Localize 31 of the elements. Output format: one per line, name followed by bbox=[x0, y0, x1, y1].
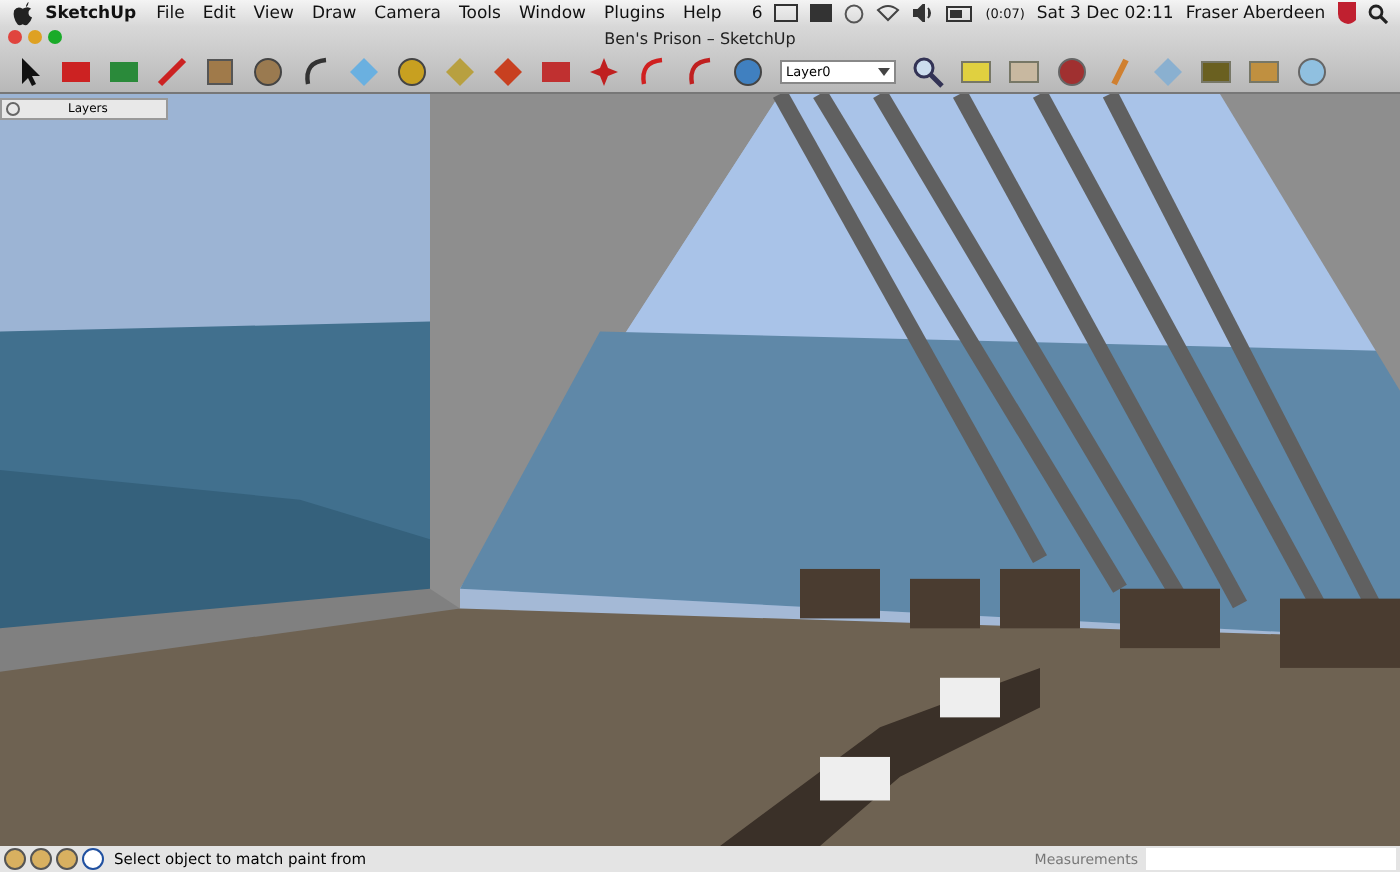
menu-item[interactable]: Edit bbox=[202, 3, 236, 23]
rectangle-icon[interactable] bbox=[204, 55, 236, 87]
adobe-count[interactable]: 6 bbox=[751, 3, 763, 23]
battery-icon[interactable] bbox=[946, 5, 974, 21]
menu-item[interactable]: Help bbox=[682, 3, 722, 23]
menu-item[interactable]: Camera bbox=[374, 3, 442, 23]
shield-icon[interactable] bbox=[1337, 2, 1357, 24]
app-menu[interactable]: SketchUp bbox=[45, 3, 137, 23]
menu-item[interactable]: Draw bbox=[311, 3, 357, 23]
menu-item[interactable]: File bbox=[156, 3, 185, 23]
menu-clock[interactable]: Sat 3 Dec 02:11 bbox=[1036, 3, 1174, 23]
menu-item[interactable]: Window bbox=[518, 3, 586, 23]
menu-item[interactable]: Tools bbox=[459, 3, 501, 23]
wifi-icon[interactable] bbox=[876, 4, 900, 22]
volume-icon[interactable] bbox=[911, 4, 935, 22]
menu-item[interactable]: Plugins bbox=[603, 3, 665, 23]
apple-icon[interactable] bbox=[12, 1, 34, 25]
help-icon[interactable] bbox=[82, 848, 104, 870]
close-button[interactable] bbox=[8, 30, 22, 44]
menu-item[interactable]: View bbox=[253, 3, 294, 23]
measurements-field[interactable] bbox=[1146, 848, 1396, 870]
window-title: Ben's Prison – SketchUp bbox=[604, 29, 796, 47]
pencil-icon[interactable] bbox=[156, 55, 188, 87]
search-icon[interactable] bbox=[1368, 3, 1388, 23]
dropdown-caret-icon bbox=[878, 67, 890, 75]
user-name[interactable]: Fraser Aberdeen bbox=[1185, 3, 1326, 23]
panel-toggle-icon[interactable] bbox=[6, 102, 20, 116]
arc-icon[interactable] bbox=[300, 55, 332, 87]
magnifier-icon[interactable] bbox=[912, 55, 944, 87]
display-icon[interactable] bbox=[774, 4, 798, 22]
screen-icon[interactable] bbox=[809, 4, 833, 22]
